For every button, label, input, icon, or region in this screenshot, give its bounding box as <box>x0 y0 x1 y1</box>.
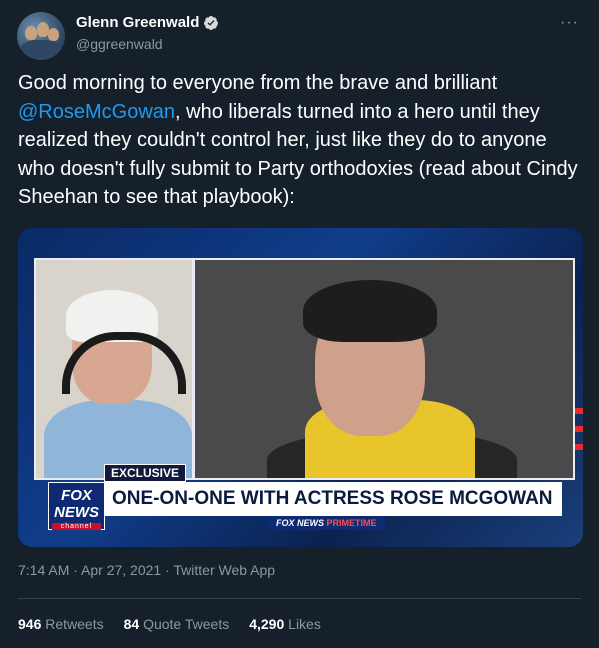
strap-show: PRIMETIME <box>326 518 377 528</box>
user-handle[interactable]: @ggreenwald <box>76 36 163 52</box>
divider <box>18 598 581 599</box>
tweet-timestamp[interactable]: 7:14 AM · Apr 27, 2021 · Twitter Web App <box>18 562 275 578</box>
video-pane-left <box>34 258 194 480</box>
mention-link[interactable]: @RoseMcGowan <box>18 101 175 123</box>
network-logo-channel: channel <box>52 523 101 530</box>
show-strap: FOX NEWS PRIMETIME <box>268 516 385 530</box>
retweets-count: 946 <box>18 616 42 632</box>
display-name-text[interactable]: Glenn Greenwald <box>76 14 199 31</box>
tweet-video[interactable]: EXCLUSIVE FOX NEWS channel ONE-ON-ONE WI… <box>18 228 583 547</box>
tweet-text-before: Good morning to everyone from the brave … <box>18 72 498 94</box>
person-hair <box>303 280 437 342</box>
network-logo-bottom: NEWS <box>54 504 99 521</box>
retweets-stat[interactable]: 946 Retweets <box>18 616 104 632</box>
tweet-stats: 946 Retweets 84 Quote Tweets 4,290 Likes <box>18 616 321 632</box>
likes-count: 4,290 <box>249 616 285 632</box>
likes-stat[interactable]: 4,290 Likes <box>249 616 321 632</box>
video-headline: ONE-ON-ONE WITH ACTRESS ROSE MCGOWAN <box>104 482 562 516</box>
quote-tweets-label: Quote Tweets <box>143 616 230 632</box>
strap-network: FOX NEWS <box>276 518 325 528</box>
exclusive-badge: EXCLUSIVE <box>104 464 187 482</box>
video-pane-right <box>193 258 575 480</box>
tweet-text: Good morning to everyone from the brave … <box>18 69 588 212</box>
network-logo-top: FOX <box>61 487 92 504</box>
retweets-label: Retweets <box>45 616 104 632</box>
verified-badge-icon <box>204 15 219 30</box>
network-logo: FOX NEWS channel <box>48 482 105 530</box>
quote-tweets-stat[interactable]: 84 Quote Tweets <box>124 616 230 632</box>
avatar[interactable] <box>17 12 65 60</box>
more-options-icon[interactable]: ··· <box>560 14 579 32</box>
display-name[interactable]: Glenn Greenwald <box>76 14 219 31</box>
likes-label: Likes <box>288 616 321 632</box>
quote-tweets-count: 84 <box>123 616 140 632</box>
